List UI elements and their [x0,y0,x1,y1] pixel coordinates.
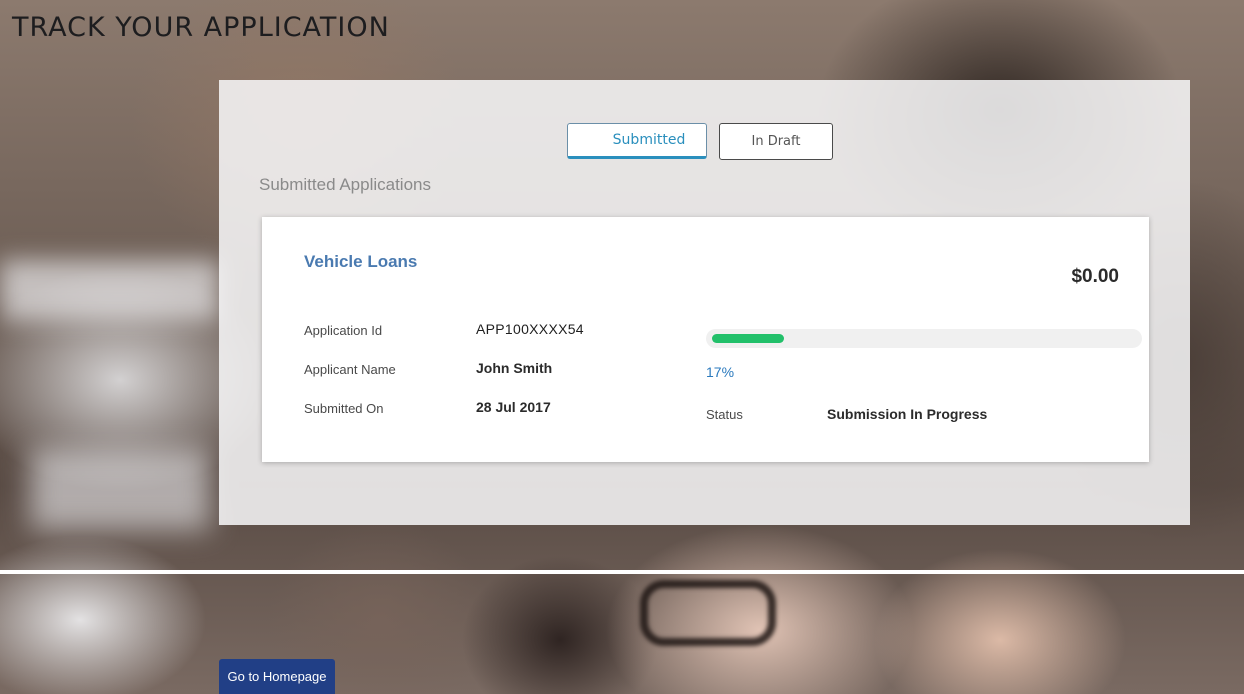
applicant-name-label: Applicant Name [304,362,396,377]
progress-bar [706,329,1142,348]
tab-submitted[interactable]: Submitted [567,123,707,159]
application-id-value: APP100XXXX54 [476,321,584,337]
application-id-label: Application Id [304,323,383,338]
applications-panel: Submitted In Draft Submitted Application… [219,80,1190,525]
progress-bar-fill [712,334,784,343]
loan-amount: $0.00 [1071,266,1119,287]
tab-in-draft[interactable]: In Draft [719,123,833,160]
status-value: Submission In Progress [827,406,988,422]
submitted-on-label: Submitted On [304,401,384,416]
applicant-name-value: John Smith [476,360,553,376]
go-to-homepage-button[interactable]: Go to Homepage [219,659,335,694]
product-link[interactable]: Vehicle Loans [304,252,417,272]
progress-percent: 17% [706,364,735,380]
application-card: Vehicle Loans $0.00 Application Id APP10… [262,217,1149,462]
page-title: TRACK YOUR APPLICATION [12,12,390,43]
submitted-on-value: 28 Jul 2017 [476,399,551,415]
divider [0,570,1244,574]
status-tabs: Submitted In Draft [567,123,833,160]
section-title: Submitted Applications [259,175,431,194]
status-label: Status [706,407,743,422]
